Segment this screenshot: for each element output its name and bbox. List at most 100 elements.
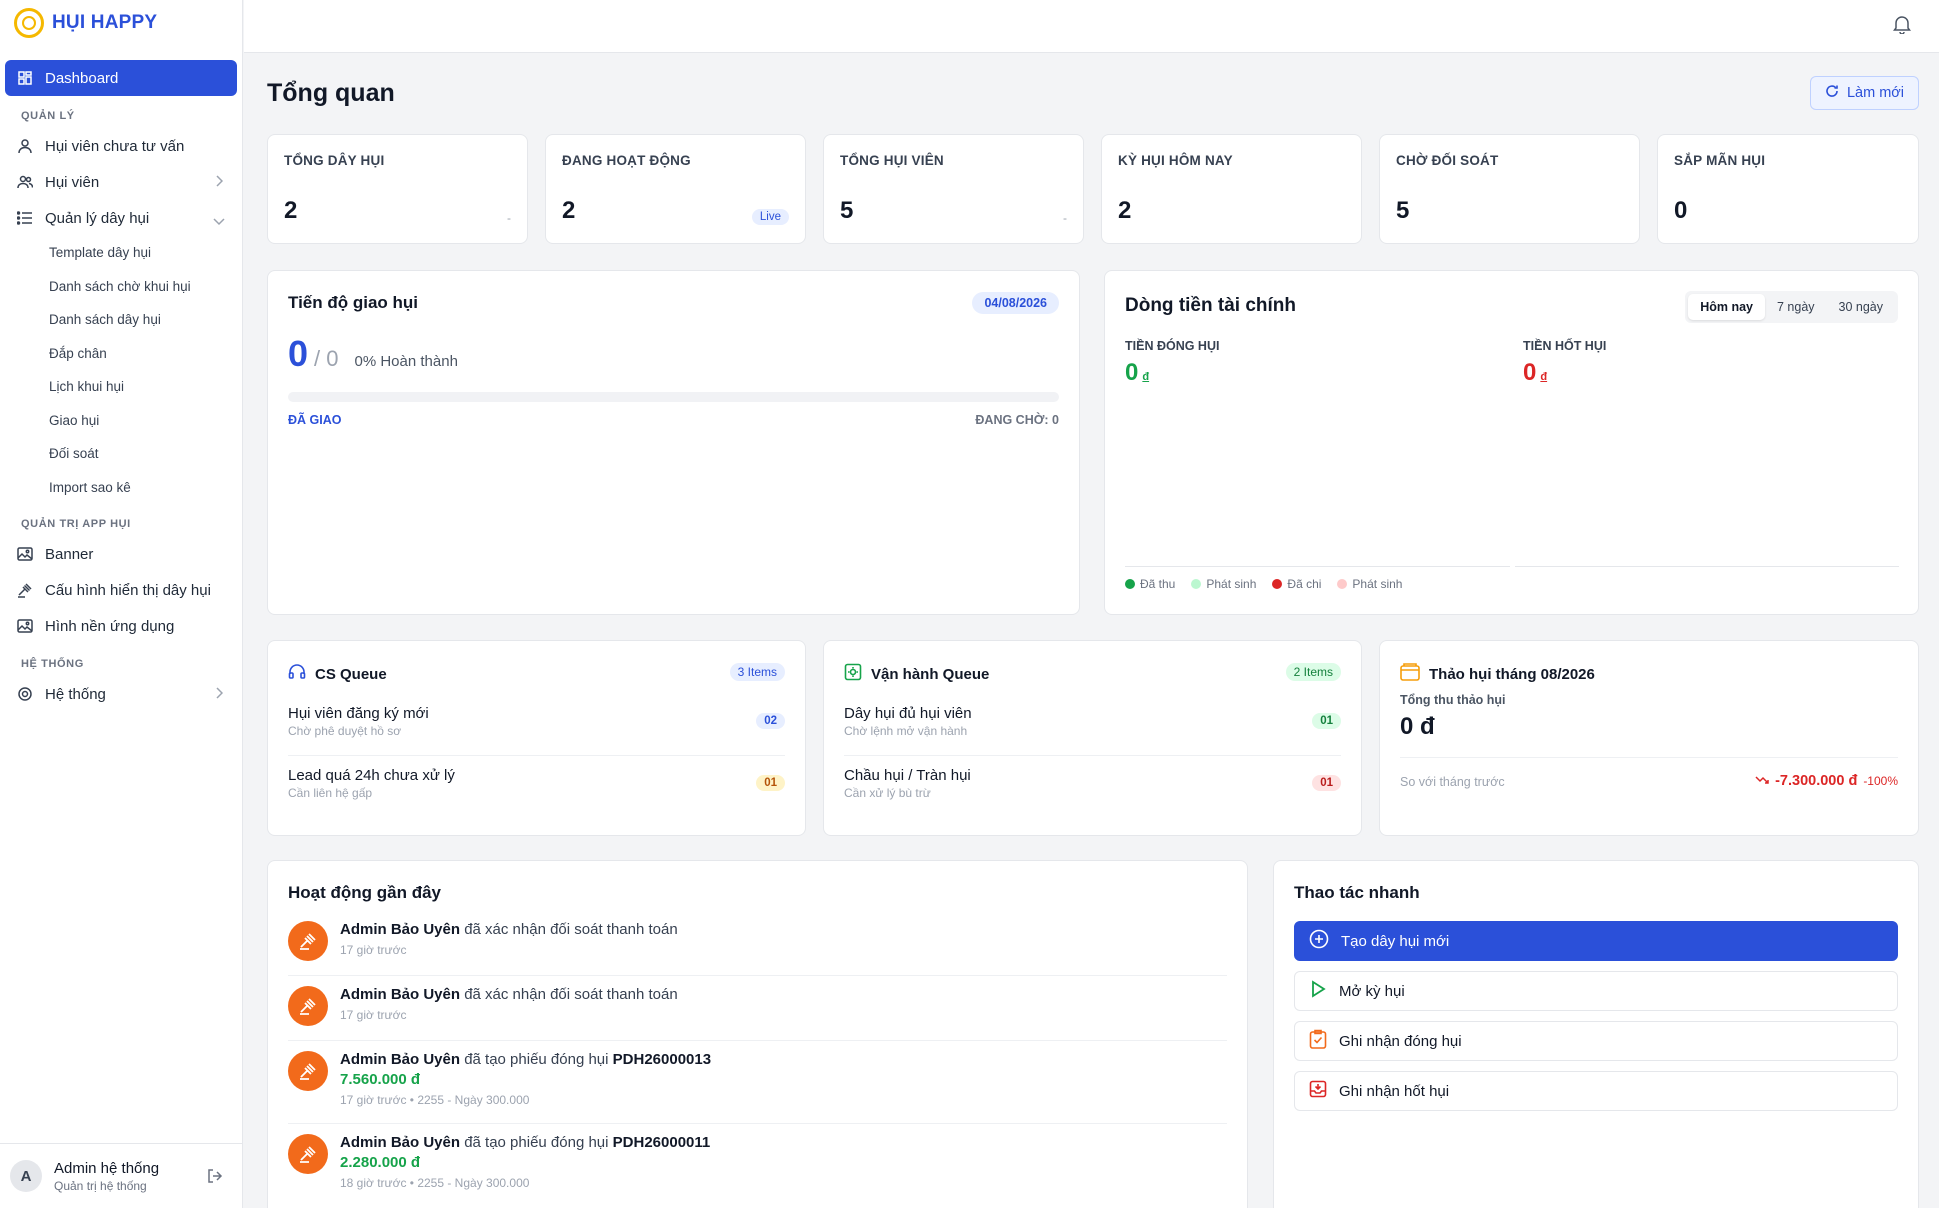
- queue-row-count: 01: [756, 775, 785, 791]
- activity-time: 17 giờ trước • 2255 - Ngày 300.000: [340, 1093, 530, 1107]
- legend-item: Đã thu: [1125, 577, 1175, 591]
- tab-30-days[interactable]: 30 ngày: [1827, 294, 1895, 320]
- users-icon: [17, 174, 33, 190]
- refresh-button[interactable]: Làm mới: [1809, 76, 1919, 110]
- compare-value: -7.300.000 đ -100%: [1755, 773, 1898, 789]
- clipboard-check-icon: [1309, 1029, 1327, 1053]
- sidebar-subitem-reconcile[interactable]: Đối soát: [5, 437, 237, 471]
- activity-item[interactable]: Admin Bảo Uyên đã tạo phiếu đóng hụi PDH…: [288, 1051, 1227, 1115]
- activity-item[interactable]: Admin Bảo Uyên đã tạo phiếu đóng hụi PDH…: [288, 1134, 1227, 1198]
- gavel-icon: [288, 1134, 328, 1174]
- activity-text: Admin Bảo Uyên đã tạo phiếu đóng hụi PDH…: [340, 1134, 711, 1151]
- queue-row-title: Chầu hụi / Tràn hụi: [844, 767, 971, 784]
- inbox-icon: [1309, 1080, 1327, 1102]
- settings-box-icon: [844, 663, 862, 685]
- stat-value: 5: [1396, 197, 1410, 224]
- sidebar-nav: Dashboard QUẢN LÝ Hụi viên chưa tư vấn H…: [0, 60, 242, 712]
- logout-icon[interactable]: [207, 1168, 223, 1189]
- activity-time: 17 giờ trước: [340, 1008, 407, 1022]
- queue-row[interactable]: Hụi viên đăng ký mới Chờ phê duyệt hồ sơ…: [288, 705, 785, 765]
- sidebar-item-unconsulted[interactable]: Hụi viên chưa tư vấn: [5, 128, 237, 164]
- record-payment-button[interactable]: Ghi nhận đóng hụi: [1294, 1021, 1898, 1061]
- divider: [288, 975, 1227, 976]
- sidebar-item-dashboard[interactable]: Dashboard: [5, 60, 237, 96]
- record-payout-button[interactable]: Ghi nhận hốt hụi: [1294, 1071, 1898, 1111]
- sidebar-subitem-dap-chan[interactable]: Đắp chân: [5, 337, 237, 371]
- quick-actions-card: Thao tác nhanh Tạo dây hụi mới Mở kỳ hụi…: [1273, 860, 1919, 1208]
- plus-circle-icon: [1309, 929, 1329, 953]
- stat-value: 0: [1674, 197, 1688, 224]
- sidebar-subitem-hui-list[interactable]: Danh sách dây hụi: [5, 303, 237, 337]
- section-label: HỆ THỐNG: [21, 658, 84, 670]
- sidebar-subitem-template[interactable]: Template dây hụi: [5, 236, 237, 270]
- card-title: CS Queue: [288, 663, 387, 685]
- chart-baseline-left: [1125, 566, 1510, 567]
- tab-today[interactable]: Hôm nay: [1688, 294, 1765, 320]
- sidebar-item-members[interactable]: Hụi viên: [5, 164, 237, 200]
- tab-7-days[interactable]: 7 ngày: [1765, 294, 1827, 320]
- divider: [288, 1040, 1227, 1041]
- activity-item[interactable]: Admin Bảo Uyên đã xác nhận đối soát than…: [288, 986, 1227, 1036]
- divider: [288, 1123, 1227, 1124]
- waiting-label: ĐANG CHỜ: 0: [975, 413, 1059, 427]
- image-icon: [17, 618, 33, 634]
- sidebar-item-banner[interactable]: Banner: [5, 536, 237, 572]
- stat-card-today-periods[interactable]: KỲ HỤI HÔM NAY 2: [1101, 134, 1362, 244]
- sidebar-item-system[interactable]: Hệ thống: [5, 676, 237, 712]
- thao-hui-sub: Tổng thu thảo hụi: [1400, 693, 1506, 707]
- card-title: Tiến độ giao hụi: [288, 293, 419, 312]
- cs-queue-card: CS Queue 3 Items Hụi viên đăng ký mới Ch…: [267, 640, 806, 836]
- queue-row[interactable]: Dây hụi đủ hụi viên Chờ lệnh mở vận hành…: [844, 705, 1341, 765]
- sidebar-item-label: Hệ thống: [45, 685, 106, 703]
- sidebar-item-display-config[interactable]: Cấu hình hiển thị dây hụi: [5, 572, 237, 608]
- legend-item: Đã chi: [1272, 577, 1321, 591]
- user-icon: [17, 138, 33, 154]
- sidebar-item-wallpaper[interactable]: Hình nền ứng dụng: [5, 608, 237, 644]
- legend-item: Phát sinh: [1191, 577, 1256, 591]
- payout-value: 0đ: [1523, 359, 1548, 386]
- stat-extra: -: [1063, 211, 1067, 225]
- stat-card-members[interactable]: TỔNG HỤI VIÊN 5 -: [823, 134, 1084, 244]
- chevron-down-icon: [213, 213, 225, 230]
- card-title: Dòng tiền tài chính: [1125, 295, 1296, 316]
- gavel-icon: [17, 582, 33, 598]
- create-hui-line-button[interactable]: Tạo dây hụi mới: [1294, 921, 1898, 961]
- cashflow-card: Dòng tiền tài chính Hôm nay 7 ngày 30 ng…: [1104, 270, 1919, 615]
- activity-amount: 7.560.000 đ: [340, 1071, 421, 1088]
- sidebar-subitem-delivery[interactable]: Giao hụi: [5, 404, 237, 438]
- bell-icon[interactable]: [1893, 14, 1911, 39]
- stat-card-pending-reconcile[interactable]: CHỜ ĐỐI SOÁT 5: [1379, 134, 1640, 244]
- sidebar-subitem-import[interactable]: Import sao kê: [5, 471, 237, 505]
- income-label: TIỀN ĐÓNG HỤI: [1125, 339, 1220, 353]
- user-profile[interactable]: A Admin hệ thống Quản trị hệ thống: [0, 1143, 243, 1208]
- wallet-icon: [1400, 663, 1420, 685]
- sidebar-subitem-waiting-list[interactable]: Danh sách chờ khui hụi: [5, 270, 237, 304]
- stat-card-near-end[interactable]: SẮP MÃN HỤI 0: [1657, 134, 1919, 244]
- logo-icon: [14, 8, 44, 38]
- button-label: Ghi nhận đóng hụi: [1339, 1032, 1462, 1050]
- open-period-button[interactable]: Mở kỳ hụi: [1294, 971, 1898, 1011]
- progress-summary: 0 / 0 0% Hoàn thành: [288, 333, 458, 375]
- activity-item[interactable]: Admin Bảo Uyên đã xác nhận đối soát than…: [288, 921, 1227, 971]
- sidebar-item-hui-lines[interactable]: Quản lý dây hụi: [5, 200, 237, 236]
- gear-icon: [17, 686, 33, 702]
- payout-column: TIỀN HỐT HỤI 0đ: [1523, 339, 1606, 387]
- queue-row-title: Hụi viên đăng ký mới: [288, 705, 429, 722]
- button-label: Mở kỳ hụi: [1339, 982, 1405, 1000]
- queue-row[interactable]: Lead quá 24h chưa xử lý Cần liên hệ gấp …: [288, 767, 785, 827]
- avatar: A: [10, 1160, 42, 1192]
- stat-extra: -: [507, 211, 511, 225]
- progress-bar: [288, 392, 1059, 402]
- stat-card-total-lines[interactable]: TỔNG DÂY HỤI 2 -: [267, 134, 528, 244]
- thao-hui-value: 0 đ: [1400, 713, 1435, 740]
- chart-legend: Đã thu Phát sinh Đã chi Phát sinh: [1125, 577, 1402, 591]
- stat-card-active[interactable]: ĐANG HOẠT ĐỘNG 2 Live: [545, 134, 806, 244]
- gavel-icon: [288, 986, 328, 1026]
- stat-label: TỔNG DÂY HỤI: [284, 153, 385, 168]
- queue-row[interactable]: Chầu hụi / Tràn hụi Cần xử lý bù trừ 01: [844, 767, 1341, 827]
- brand[interactable]: HỤI HAPPY: [0, 0, 242, 46]
- activity-text: Admin Bảo Uyên đã tạo phiếu đóng hụi PDH…: [340, 1051, 712, 1068]
- button-label: Ghi nhận hốt hụi: [1339, 1082, 1450, 1100]
- sidebar-item-label: Hình nền ứng dụng: [45, 617, 175, 635]
- sidebar-subitem-schedule[interactable]: Lịch khui hụi: [5, 370, 237, 404]
